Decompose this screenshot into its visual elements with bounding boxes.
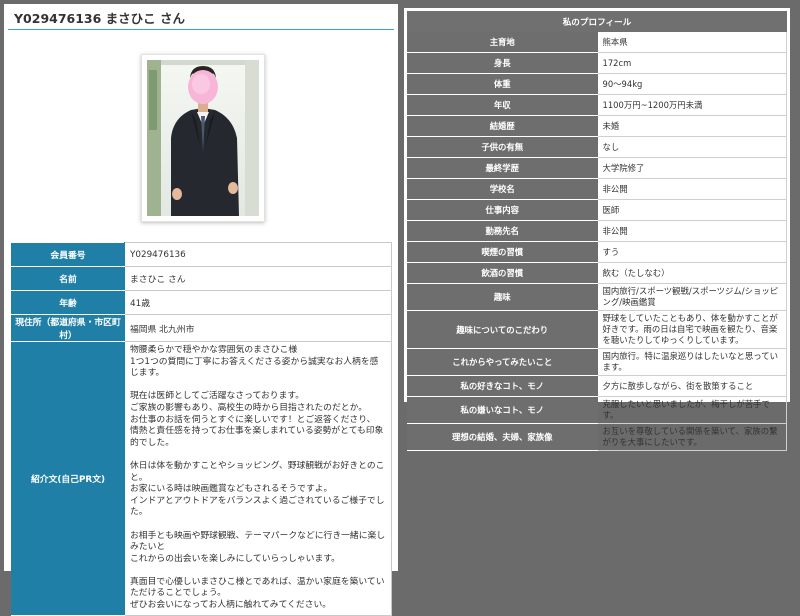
profile-row: 最終学歴 大学院修了 — [407, 157, 787, 179]
profile-row: 学校名 非公開 — [407, 178, 787, 200]
row-label: 子供の有無 — [407, 136, 598, 158]
row-value: 未婚 — [596, 115, 787, 137]
row-label: 勤務先名 — [407, 220, 598, 242]
profile-panel: 私のプロフィール 主育地 熊本県 身長 172cm 体重 90～94kg 年収 1100… — [404, 8, 790, 451]
basic-info-row: 名前 まさひこ さん — [11, 266, 392, 291]
profile-row: 勤務先名 非公開 — [407, 220, 787, 242]
profile-table: 私のプロフィール 主育地 熊本県 身長 172cm 体重 90～94kg 年収 1100… — [407, 11, 787, 451]
row-label: 学校名 — [407, 178, 598, 200]
row-value: 国内旅行/スポーツ観戦/スポーツジム/ショッピング/映画鑑賞 — [596, 283, 787, 311]
row-label: 年齢 — [11, 290, 125, 315]
profile-row: 主育地 熊本県 — [407, 31, 787, 53]
member-age-value: 41歳 — [124, 290, 392, 315]
profile-title: 私のプロフィール — [407, 11, 787, 32]
profile-row: 飲酒の習慣 飲む（たしなむ） — [407, 262, 787, 284]
self-pr-paragraph: 物腰柔らかで穏やかな雰囲気のまさひこ様 1つ1つの質問に丁寧にお答えくださる姿か… — [130, 345, 379, 379]
row-value: お互いを尊敬している関係を築いて、家族の繋がりを大事にしたいです。 — [596, 423, 787, 451]
self-pr-text: 物腰柔らかで穏やかな雰囲気のまさひこ様 1つ1つの質問に丁寧にお答えくださる姿か… — [124, 341, 392, 616]
member-name-header: Y029476136 まさひこ さん — [8, 8, 394, 30]
member-basic-info-table: 会員番号 Y029476136 名前 まさひこ さん 年齢 41歳 現住所（都道… — [11, 242, 392, 616]
profile-row: 年収 1100万円~1200万円未満 — [407, 94, 787, 116]
row-label: 名前 — [11, 266, 125, 291]
row-label: 趣味についてのこだわり — [407, 310, 598, 349]
row-value: 大学院修了 — [596, 157, 787, 179]
profile-row: 子供の有無 なし — [407, 136, 787, 158]
profile-row: 趣味についてのこだわり 野球をしていたこともあり、体を動かすことが好きです。雨の日… — [407, 310, 787, 349]
row-label: 趣味 — [407, 283, 598, 311]
profile-row: 身長 172cm — [407, 52, 787, 74]
row-value: 熊本県 — [596, 31, 787, 53]
profile-row: 仕事内容 医師 — [407, 199, 787, 221]
row-label: 仕事内容 — [407, 199, 598, 221]
basic-info-row: 年齢 41歳 — [11, 290, 392, 315]
self-pr-paragraph: お相手とも映画や野球観戦、テーマパークなどに行き一緒に楽しみたいと これからの出… — [130, 530, 386, 564]
row-label: 私の好きなコト、モノ — [407, 375, 598, 397]
row-label: 年収 — [407, 94, 598, 116]
basic-info-row: 現住所（都道府県・市区町村） 福岡県 北九州市 — [11, 314, 392, 342]
profile-row: 理想の結婚、夫婦、家族像 お互いを尊敬している関係を築いて、家族の繋がりを大事にし… — [407, 423, 787, 451]
member-photo[interactable] — [141, 54, 265, 222]
member-photo-image — [147, 60, 259, 216]
row-label: 理想の結婚、夫婦、家族像 — [407, 423, 598, 451]
basic-info-row: 会員番号 Y029476136 — [11, 242, 392, 267]
self-pr-paragraph: 休日は体を動かすことやショッピング、野球観戦がお好きとのこと。 お家にいる時は映… — [130, 460, 385, 518]
row-label: 身長 — [407, 52, 598, 74]
row-value: 1100万円~1200万円未満 — [596, 94, 787, 116]
row-label: 飲酒の習慣 — [407, 262, 598, 284]
self-pr-paragraph: 真面目で心優しいまさひこ様とであれば、温かい家庭を築いていただけることでしょう。… — [130, 576, 385, 611]
profile-row: 私の嫌いなコト、モノ 克服したいと思いましたが、梅干しが苦手です。 — [407, 396, 787, 424]
row-value: 172cm — [596, 52, 787, 74]
profile-row: 趣味 国内旅行/スポーツ観戦/スポーツジム/ショッピング/映画鑑賞 — [407, 283, 787, 311]
self-pr-row: 紹介文(自己PR文) 物腰柔らかで穏やかな雰囲気のまさひこ様 1つ1つの質問に丁… — [11, 341, 392, 616]
member-address-value: 福岡県 北九州市 — [124, 314, 392, 342]
self-pr-paragraph: 現在は医師としてご活躍なさっております。 ご家族の影響もあり、高校生の時から目指… — [130, 391, 384, 448]
row-value: なし — [596, 136, 787, 158]
row-label: 喫煙の習慣 — [407, 241, 598, 263]
row-value: 克服したいと思いましたが、梅干しが苦手です。 — [596, 396, 787, 424]
row-label: これからやってみたいこと — [407, 348, 598, 376]
row-label: 最終学歴 — [407, 157, 598, 179]
row-label: 私の嫌いなコト、モノ — [407, 396, 598, 424]
row-value: 飲む（たしなむ） — [596, 262, 787, 284]
member-id-value: Y029476136 — [124, 242, 392, 267]
row-label: 体重 — [407, 73, 598, 95]
row-value: 夕方に散歩しながら、街を散策すること — [596, 375, 787, 397]
row-value: 90～94kg — [596, 73, 787, 95]
row-value: 野球をしていたこともあり、体を動かすことが好きです。雨の日は自宅で映画を観たり、… — [596, 310, 787, 349]
profile-row: 喫煙の習慣 すう — [407, 241, 787, 263]
profile-row: 体重 90～94kg — [407, 73, 787, 95]
row-label: 紹介文(自己PR文) — [11, 341, 125, 616]
member-name-value: まさひこ さん — [124, 266, 392, 291]
row-value: 国内旅行。特に温泉巡りはしたいなと思っています。 — [596, 348, 787, 376]
profile-row: これからやってみたいこと 国内旅行。特に温泉巡りはしたいなと思っています。 — [407, 348, 787, 376]
row-value: 非公開 — [596, 178, 787, 200]
profile-row: 私の好きなコト、モノ 夕方に散歩しながら、街を散策すること — [407, 375, 787, 397]
row-label: 主育地 — [407, 31, 598, 53]
row-label: 現住所（都道府県・市区町村） — [11, 314, 125, 342]
row-label: 結婚歴 — [407, 115, 598, 137]
member-detail-panel: Y029476136 まさひこ さん 会員番号 Y029476136 名前 まさ… — [4, 4, 398, 616]
row-value: すう — [596, 241, 787, 263]
row-value: 医師 — [596, 199, 787, 221]
row-label: 会員番号 — [11, 242, 125, 267]
profile-row: 結婚歴 未婚 — [407, 115, 787, 137]
row-value: 非公開 — [596, 220, 787, 242]
